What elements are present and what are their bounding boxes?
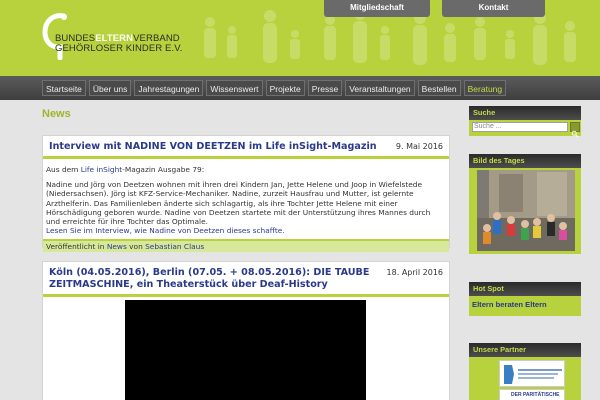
sidebar-photo-title: Bild des Tages: [469, 154, 581, 168]
nav-item-beratung[interactable]: Beratung: [463, 80, 507, 96]
nav-item-wissenswert[interactable]: Wissenswert: [206, 80, 263, 96]
sidebar-search-title: Suche: [469, 106, 581, 120]
video-player[interactable]: [125, 300, 366, 400]
article-text: Nadine und Jörg von Deetzen wohnen mit i…: [46, 180, 431, 227]
article-title-link[interactable]: Köln (04.05.2016), Berlin (07.05. + 08.0…: [49, 267, 443, 291]
article-title-link[interactable]: Interview mit NADINE VON DEETZEN im Life…: [49, 141, 443, 153]
article-intro: Aus dem Life inSight-Magazin Ausgabe 79:: [46, 165, 205, 174]
logo-text[interactable]: BUNDESELTERNVERBAND GEHÖRLOSER KINDER E.…: [55, 34, 183, 54]
news-article: Interview mit NADINE VON DEETZEN im Life…: [42, 135, 450, 253]
nav-item-startseite[interactable]: Startseite: [42, 80, 86, 96]
nav-item-projekte[interactable]: Projekte: [265, 80, 305, 96]
nav-item-presse[interactable]: Presse: [307, 80, 343, 96]
kontakt-button[interactable]: Kontakt: [442, 0, 545, 17]
read-interview-link[interactable]: Lesen Sie im Interview, wie Nadine von D…: [46, 226, 285, 235]
sidebar-partner-title: Unsere Partner: [469, 343, 581, 357]
article-header: Interview mit NADINE VON DEETZEN im Life…: [43, 136, 449, 159]
logo-line-2: GEHÖRLOSER KINDER E.V.: [55, 43, 183, 54]
nav-item-veranstaltungen[interactable]: Veranstaltungen: [345, 80, 415, 96]
mitgliedschaft-button[interactable]: Mitgliedschaft: [324, 0, 430, 17]
search-button[interactable]: [570, 122, 580, 138]
main-navigation: Startseite Über uns Jahrestagungen Wisse…: [0, 76, 600, 100]
nav-item-bestellen[interactable]: Bestellen: [417, 80, 461, 96]
article-date: 9. Mai 2016: [395, 142, 443, 151]
partner-logo-dgs[interactable]: [499, 360, 565, 387]
article-date: 18. April 2016: [386, 268, 443, 277]
article-header: Köln (04.05.2016), Berlin (07.05. + 08.0…: [43, 262, 449, 297]
sidebar-hotspot-title: Hot Spot: [469, 282, 581, 296]
news-article: Köln (04.05.2016), Berlin (07.05. + 08.0…: [42, 261, 450, 400]
nav-item-ueber-uns[interactable]: Über uns: [88, 80, 132, 96]
author-link[interactable]: Sebastian Claus: [145, 242, 204, 251]
article-meta: Veröffentlicht in News von Sebastian Cla…: [43, 239, 449, 253]
article-body: Aus dem Life inSight-Magazin Ausgabe 79:…: [43, 159, 449, 239]
page-title: News: [42, 108, 71, 120]
eltern-beraten-eltern-link[interactable]: Eltern beraten Eltern: [472, 300, 547, 309]
nav-item-jahrestagungen[interactable]: Jahrestagungen: [134, 80, 204, 96]
life-insight-link[interactable]: Life inSight: [81, 165, 122, 174]
site-header: BUNDESELTERNVERBAND GEHÖRLOSER KINDER E.…: [0, 0, 600, 76]
photo-of-the-day-image[interactable]: [477, 170, 575, 251]
search-icon: [571, 130, 579, 138]
category-news-link[interactable]: News: [107, 242, 127, 251]
partner-logo-paritaetische[interactable]: DER PARITÄTISCHE: [499, 389, 565, 400]
search-input[interactable]: Suche ...: [472, 122, 568, 132]
